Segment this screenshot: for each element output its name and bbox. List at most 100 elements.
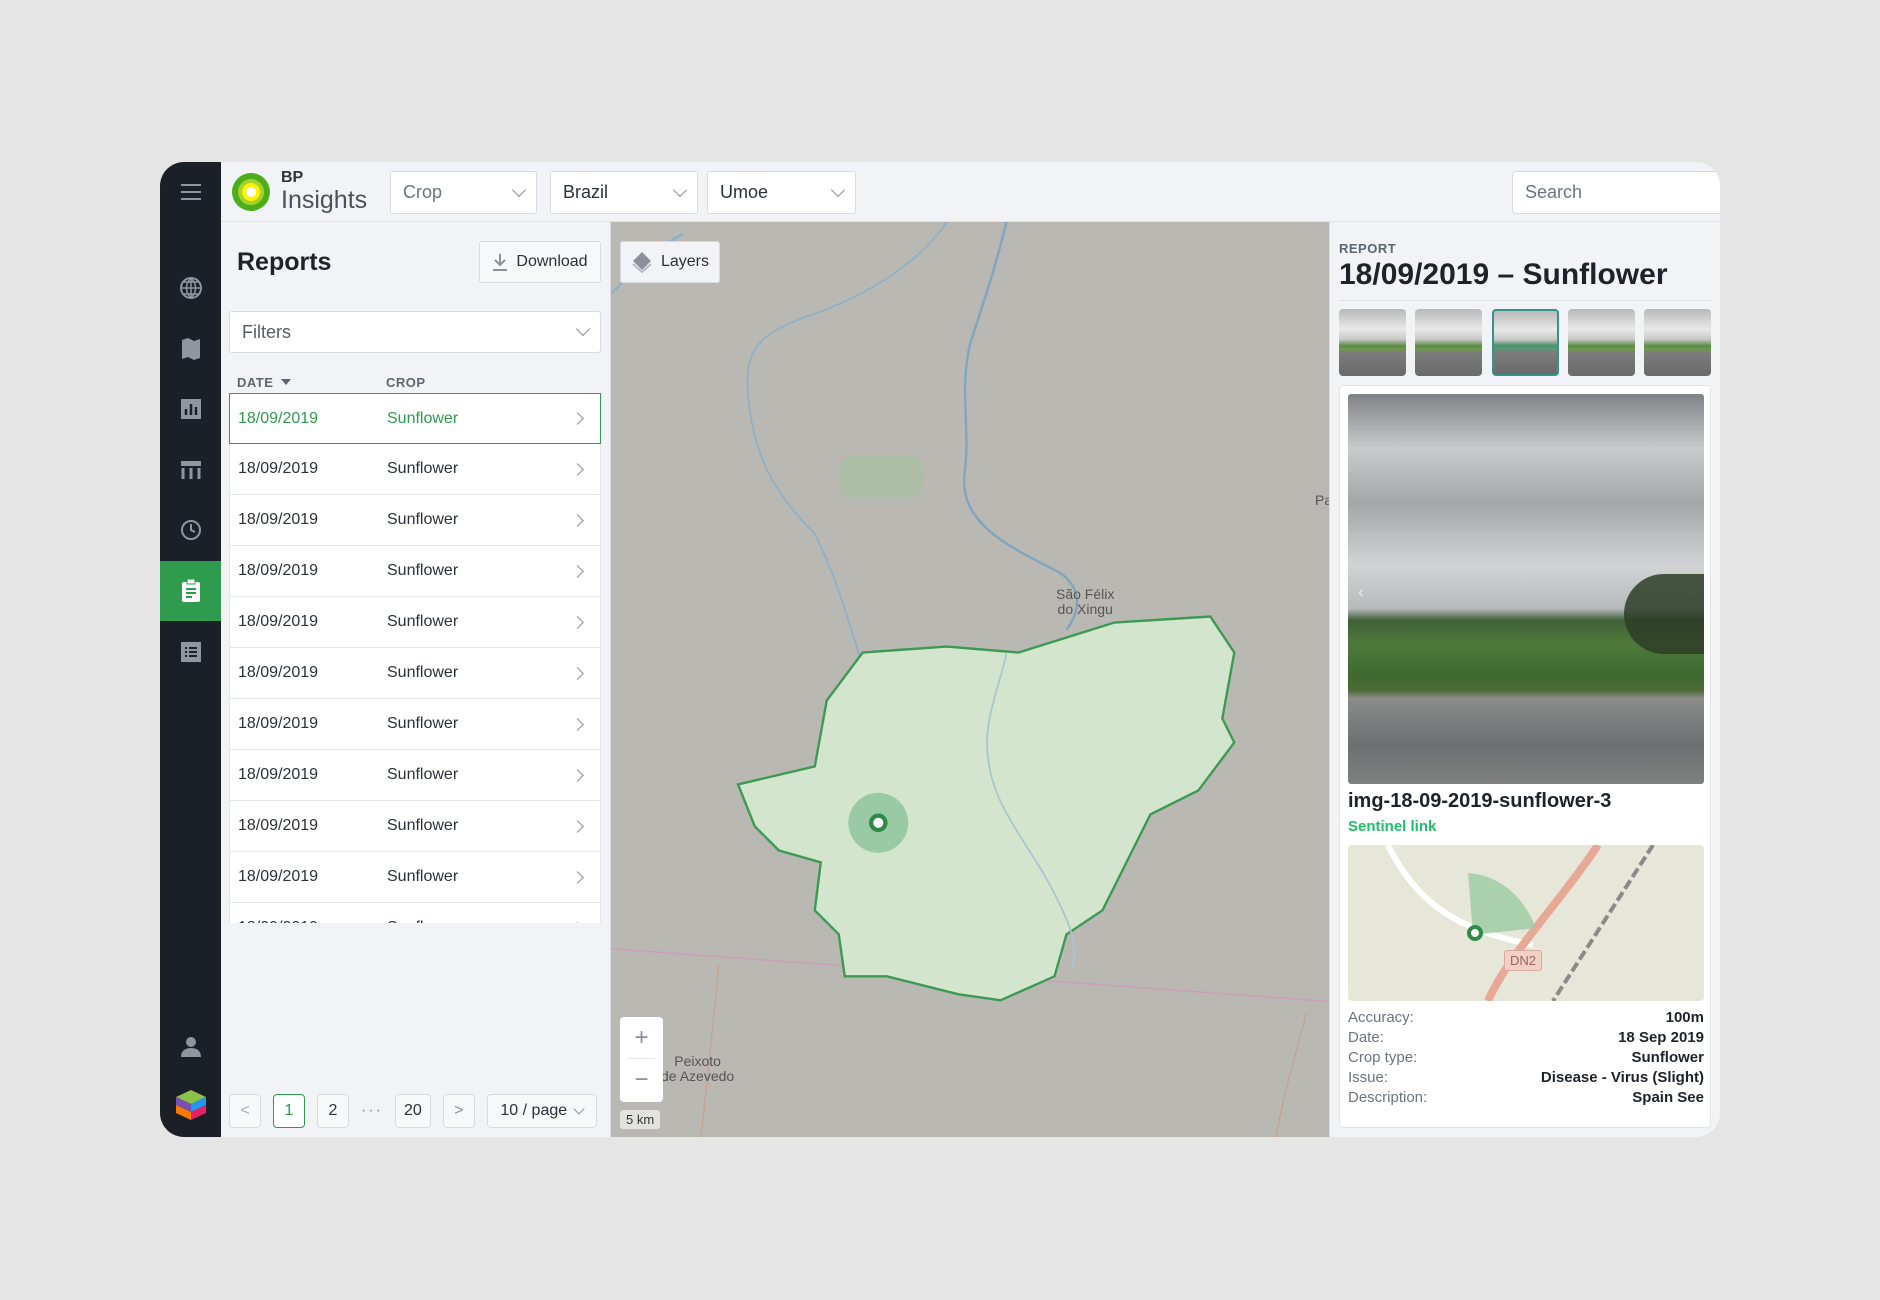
map-label-line: São Félix [1056, 587, 1114, 602]
chevron-down-icon [831, 182, 845, 196]
mini-map[interactable]: DN2 [1348, 845, 1704, 1001]
search-placeholder: Search [1525, 182, 1582, 203]
table-row[interactable]: 18/09/2019Sunflower [229, 801, 601, 852]
table-row[interactable]: 18/09/2019Sunflower [229, 648, 601, 699]
crop-column-header: CROP [386, 375, 426, 390]
row-crop: Sunflower [387, 511, 458, 529]
zoom-controls: + − [620, 1017, 663, 1102]
app-window: BPInsights Crop Brazil Umoe Search Repor… [160, 162, 1720, 1137]
chevron-down-icon [512, 182, 526, 196]
row-date: 18/09/2019 [238, 562, 318, 580]
sentinel-link[interactable]: Sentinel link [1348, 818, 1436, 835]
detail-label: Accuracy: [1348, 1009, 1414, 1026]
globe-icon[interactable] [160, 258, 221, 318]
row-date: 18/09/2019 [238, 511, 318, 529]
table-row-selected[interactable]: 18/09/2019Sunflower [229, 393, 601, 444]
row-date: 18/09/2019 [238, 919, 318, 923]
chevron-right-icon [571, 565, 584, 578]
app-cube-logo-icon [160, 1075, 221, 1135]
company-dropdown[interactable]: Umoe [707, 171, 856, 214]
menu-icon[interactable] [160, 162, 221, 222]
chevron-right-icon [571, 871, 584, 884]
crop-dropdown[interactable]: Crop [390, 171, 537, 214]
detail-label: Description: [1348, 1089, 1427, 1106]
search-input[interactable]: Search [1512, 171, 1720, 214]
chevron-right-icon [571, 514, 584, 527]
photo-thumbnail[interactable] [1415, 309, 1482, 376]
page-button-last[interactable]: 20 [395, 1094, 431, 1128]
layers-icon [631, 251, 653, 273]
pagination: < 1 2 ··· 20 > 10 / page [229, 1093, 597, 1129]
list-icon[interactable] [160, 622, 221, 682]
row-crop: Sunflower [387, 613, 458, 631]
reports-table: 18/09/2019 Sunflower 18/09/2019 Sunflower 18… [229, 393, 601, 923]
map-label-line: Peixoto [661, 1054, 734, 1069]
layers-button[interactable]: Layers [620, 241, 720, 283]
row-crop: Sunflower [387, 460, 458, 478]
filters-dropdown[interactable]: Filters [229, 311, 601, 353]
row-date: 18/09/2019 [238, 715, 318, 733]
chevron-down-icon [673, 182, 687, 196]
map-label-pa: Pa [1315, 492, 1329, 508]
table-row[interactable]: 18/09/2019 Sunflower [229, 444, 601, 495]
table-row[interactable]: 18/09/2019Sunflower [229, 903, 601, 923]
river [964, 222, 1077, 630]
page-button-current[interactable]: 1 [273, 1094, 305, 1128]
filters-label: Filters [242, 322, 291, 343]
date-column-header[interactable]: DATE [237, 375, 273, 390]
chart-icon[interactable] [160, 379, 221, 439]
detail-row: Date:18 Sep 2019 [1348, 1029, 1704, 1046]
photo-thumbnail[interactable] [1339, 309, 1406, 376]
sort-desc-icon[interactable] [281, 379, 291, 390]
table-row[interactable]: 18/09/2019Sunflower [229, 699, 601, 750]
row-date: 18/09/2019 [238, 460, 318, 478]
history-icon[interactable] [160, 500, 221, 560]
field-photo: ‹ › [1348, 394, 1704, 784]
user-icon[interactable] [160, 1017, 221, 1077]
country-dropdown[interactable]: Brazil [550, 171, 698, 214]
page-button-2[interactable]: 2 [317, 1094, 349, 1128]
detail-label: Crop type: [1348, 1049, 1417, 1066]
reports-icon[interactable] [160, 561, 221, 621]
map-view[interactable]: São Félixdo Xingu Peixotode Azevedo Pa L… [611, 222, 1329, 1137]
zoom-in-button[interactable]: + [628, 1017, 655, 1059]
detail-row: Accuracy:100m [1348, 1009, 1704, 1026]
photo-thumbnail-selected[interactable] [1492, 309, 1559, 376]
row-crop: Sunflower [387, 817, 458, 835]
detail-row: Issue:Disease - Virus (Slight) [1348, 1069, 1704, 1086]
table-row[interactable]: 18/09/2019 Sunflower [229, 495, 601, 546]
river [747, 222, 946, 666]
brand: BPInsights [281, 170, 367, 213]
table-icon[interactable] [160, 440, 221, 500]
prev-page-button[interactable]: < [229, 1094, 261, 1128]
chevron-down-icon [576, 322, 590, 336]
table-row[interactable]: 18/09/2019Sunflower [229, 750, 601, 801]
detail-value: Disease - Virus (Slight) [1541, 1069, 1704, 1086]
map-label-line: de Azevedo [661, 1069, 734, 1084]
region-polygon[interactable] [738, 617, 1234, 1001]
map-canvas [611, 222, 1329, 1137]
next-page-button[interactable]: > [443, 1094, 475, 1128]
photo-prev-arrow-icon[interactable]: ‹ [1358, 582, 1364, 603]
location-marker[interactable] [871, 816, 885, 830]
map-icon[interactable] [160, 318, 221, 378]
table-row[interactable]: 18/09/2019Sunflower [229, 597, 601, 648]
download-label: Download [516, 253, 587, 271]
zoom-out-button[interactable]: − [620, 1059, 663, 1101]
photo-thumbnail[interactable] [1568, 309, 1635, 376]
road-label: DN2 [1504, 950, 1542, 971]
brand-top: BP [281, 170, 367, 186]
row-date: 18/09/2019 [238, 664, 318, 682]
download-button[interactable]: Download [479, 241, 601, 283]
table-row[interactable]: 18/09/2019Sunflower [229, 546, 601, 597]
page-size-select[interactable]: 10 / page [487, 1094, 597, 1128]
table-header: DATECROP [237, 375, 291, 390]
table-row[interactable]: 18/09/2019Sunflower [229, 852, 601, 903]
map-label-sao-felix: São Félixdo Xingu [1056, 587, 1114, 618]
chevron-down-icon [573, 1103, 584, 1114]
photo-thumbnail[interactable] [1644, 309, 1711, 376]
detail-label: Date: [1348, 1029, 1384, 1046]
pagination-ellipsis[interactable]: ··· [361, 1102, 383, 1120]
row-crop: Sunflower [387, 410, 458, 428]
row-crop: Sunflower [387, 868, 458, 886]
